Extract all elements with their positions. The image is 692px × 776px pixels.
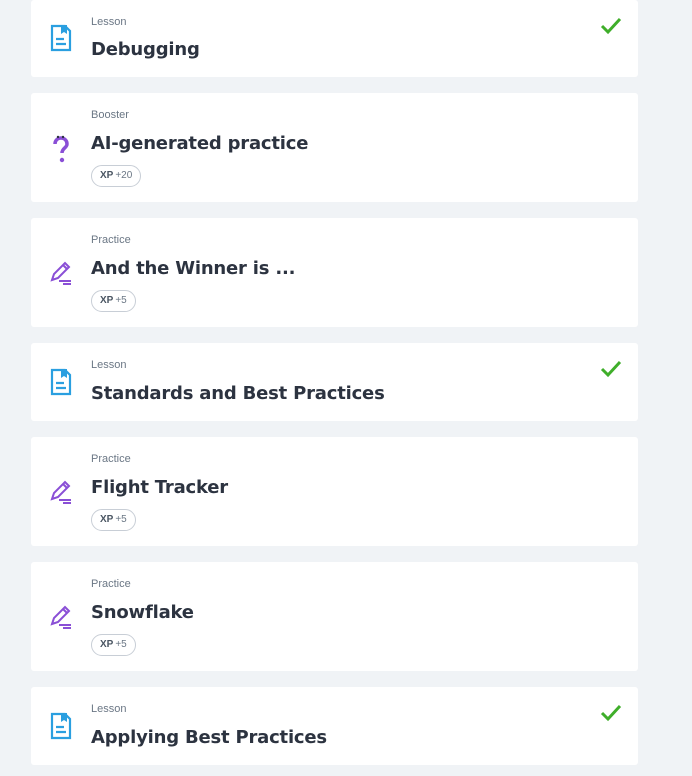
xp-label: XP (100, 514, 114, 525)
practice-pencil-icon (50, 480, 71, 504)
item-kind: Practice (91, 453, 131, 465)
practice-card-winner[interactable]: Practice And the Winner is ... XP +5 (31, 218, 638, 327)
lesson-icon (50, 368, 72, 396)
xp-value: +5 (115, 295, 127, 306)
item-kind: Lesson (91, 359, 127, 371)
lesson-card-debugging[interactable]: Lesson Debugging (31, 0, 638, 77)
xp-value: +20 (115, 170, 133, 181)
practice-card-snowflake[interactable]: Practice Snowflake XP +5 (31, 562, 638, 671)
xp-value: +5 (115, 514, 127, 525)
lesson-card-applying-best-practices[interactable]: Lesson Applying Best Practices (31, 687, 638, 765)
lesson-card-standards[interactable]: Lesson Standards and Best Practices (31, 343, 638, 421)
item-kind: Lesson (91, 703, 127, 715)
xp-badge: XP +5 (91, 509, 136, 531)
xp-label: XP (100, 170, 114, 181)
item-title: Standards and Best Practices (91, 383, 385, 404)
completed-check-icon (600, 17, 622, 35)
xp-value: +5 (115, 639, 127, 650)
booster-card-ai-practice[interactable]: Booster AI-generated practice XP +20 (31, 93, 638, 202)
item-kind: Practice (91, 234, 131, 246)
item-kind: Practice (91, 578, 131, 590)
item-kind: Booster (91, 109, 129, 121)
completed-check-icon (600, 360, 622, 378)
completed-check-icon (600, 704, 622, 722)
xp-label: XP (100, 639, 114, 650)
item-title: And the Winner is ... (91, 258, 296, 279)
lesson-icon (50, 712, 72, 740)
practice-card-flight-tracker[interactable]: Practice Flight Tracker XP +5 (31, 437, 638, 546)
item-title: AI-generated practice (91, 133, 309, 154)
xp-badge: XP +5 (91, 290, 136, 312)
xp-badge: XP +20 (91, 165, 142, 187)
booster-question-icon (53, 135, 69, 163)
practice-pencil-icon (50, 261, 71, 285)
xp-label: XP (100, 295, 114, 306)
item-title: Applying Best Practices (91, 727, 327, 748)
item-title: Debugging (91, 39, 200, 60)
item-kind: Lesson (91, 16, 127, 28)
item-title: Flight Tracker (91, 477, 228, 498)
item-title: Snowflake (91, 602, 194, 623)
practice-pencil-icon (50, 605, 71, 629)
xp-badge: XP +5 (91, 634, 136, 656)
lesson-icon (50, 24, 72, 52)
